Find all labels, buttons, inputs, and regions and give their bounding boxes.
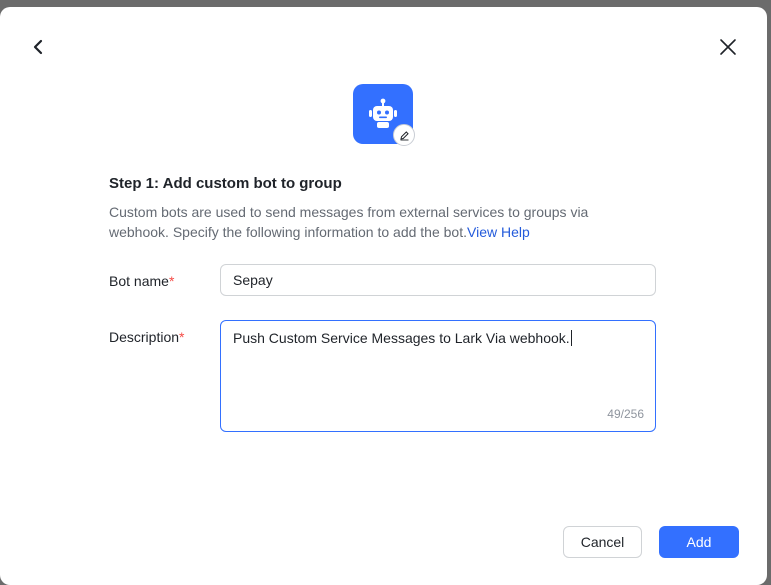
required-marker: * [179,329,185,345]
back-button[interactable] [26,35,50,59]
cancel-button[interactable]: Cancel [563,526,642,558]
text-caret [570,330,572,346]
description-textarea[interactable]: Push Custom Service Messages to Lark Via… [220,320,656,432]
description-value: Push Custom Service Messages to Lark Via… [233,330,570,346]
edit-avatar-button[interactable] [393,124,415,146]
required-marker: * [168,273,175,289]
pencil-icon [399,130,409,140]
close-button[interactable] [716,35,740,59]
step-title: Step 1: Add custom bot to group [109,175,342,192]
close-icon [720,39,736,55]
bot-name-value: Sepay [233,272,273,288]
add-custom-bot-dialog: Step 1: Add custom bot to group Custom b… [0,7,767,585]
chevron-left-icon [33,39,43,55]
add-button[interactable]: Add [659,526,739,558]
character-counter: 49/256 [607,407,644,421]
robot-icon [369,98,397,128]
bot-name-input[interactable]: Sepay [220,264,656,296]
view-help-link[interactable]: View Help [467,224,530,240]
description-label: Description* [109,329,184,345]
bot-name-label-text: Bot name [109,273,169,289]
step-description: Custom bots are used to send messages fr… [109,202,649,242]
description-label-text: Description [109,329,180,345]
bot-name-label: Bot name* [109,273,174,289]
